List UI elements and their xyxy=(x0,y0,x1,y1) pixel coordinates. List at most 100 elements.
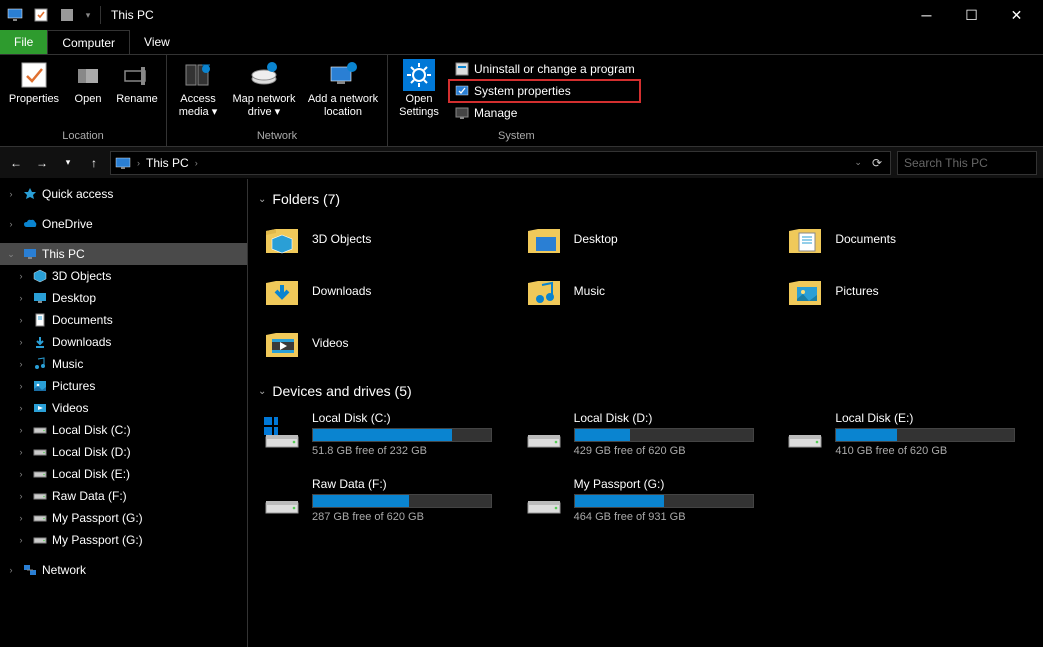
tree-item-label: My Passport (G:) xyxy=(52,533,143,547)
drive-item[interactable]: Raw Data (F:)287 GB free of 620 GB xyxy=(258,473,510,527)
folder-item[interactable]: Videos xyxy=(258,319,510,367)
properties-icon xyxy=(18,59,50,91)
tree-item[interactable]: ›My Passport (G:) xyxy=(0,507,247,529)
breadcrumb-thispc[interactable]: This PC xyxy=(146,156,189,170)
folders-section-header[interactable]: ⌄ Folders (7) xyxy=(258,191,1033,207)
folder-label: Videos xyxy=(312,336,348,350)
search-input[interactable] xyxy=(904,156,1030,170)
folder-item[interactable]: 3D Objects xyxy=(258,215,510,263)
dropdown-icon[interactable]: ⌄ xyxy=(854,157,862,168)
drive-item[interactable]: Local Disk (D:)429 GB free of 620 GB xyxy=(520,407,772,461)
qat-computer-icon[interactable] xyxy=(4,4,26,26)
tree-item[interactable]: ›Local Disk (C:) xyxy=(0,419,247,441)
qat-blank-icon[interactable] xyxy=(56,4,78,26)
chevron-right-icon[interactable]: › xyxy=(14,447,28,457)
address-bar[interactable]: › This PC › ⌄ ⟳ xyxy=(110,151,891,175)
drive-usage-bar xyxy=(574,494,754,508)
tree-item-label: Desktop xyxy=(52,291,96,305)
tree-item[interactable]: › Local Disk (E:) xyxy=(0,463,247,485)
folder-item[interactable]: Pictures xyxy=(781,267,1033,315)
folder-item[interactable]: Music xyxy=(520,267,772,315)
open-button[interactable]: Open xyxy=(68,57,108,128)
tree-item[interactable]: ›Raw Data (F:) xyxy=(0,485,247,507)
tree-item-label: Documents xyxy=(52,313,113,327)
forward-button[interactable]: → xyxy=(32,153,52,173)
close-button[interactable]: ✕ xyxy=(994,0,1039,30)
chevron-right-icon[interactable]: › xyxy=(14,271,28,281)
folder-icon xyxy=(262,219,302,259)
chevron-right-icon[interactable]: › xyxy=(14,513,28,523)
system-properties-button[interactable]: System properties xyxy=(450,81,639,101)
chevron-right-icon[interactable]: › xyxy=(14,425,28,435)
window-title: This PC xyxy=(111,8,154,22)
chevron-right-icon[interactable]: › xyxy=(14,381,28,391)
chevron-right-icon[interactable]: › xyxy=(4,565,18,575)
rename-icon xyxy=(121,59,153,91)
access-media-button[interactable]: Access media ▾ xyxy=(173,57,223,128)
disk-icon xyxy=(524,411,564,451)
tree-item[interactable]: › Documents xyxy=(0,309,247,331)
drive-item[interactable]: Local Disk (E:)410 GB free of 620 GB xyxy=(781,407,1033,461)
chevron-right-icon[interactable]: › xyxy=(4,189,18,199)
tree-item[interactable]: ›Pictures xyxy=(0,375,247,397)
chevron-right-icon[interactable]: › xyxy=(14,293,28,303)
manage-icon xyxy=(454,105,470,121)
tree-network[interactable]: › Network xyxy=(0,559,247,581)
drive-item[interactable]: Local Disk (C:)51.8 GB free of 232 GB xyxy=(258,407,510,461)
tree-quick-access[interactable]: › Quick access xyxy=(0,183,247,205)
open-settings-button[interactable]: Open Settings xyxy=(394,57,444,128)
chevron-right-icon[interactable]: › xyxy=(4,219,18,229)
folder-icon xyxy=(32,290,48,306)
computer-icon xyxy=(22,246,38,262)
properties-button[interactable]: Properties xyxy=(6,57,62,128)
back-button[interactable]: ← xyxy=(6,153,26,173)
qat-properties-icon[interactable] xyxy=(30,4,52,26)
tree-item[interactable]: ›Downloads xyxy=(0,331,247,353)
refresh-icon[interactable]: ⟳ xyxy=(872,156,882,170)
tree-item[interactable]: ›Local Disk (D:) xyxy=(0,441,247,463)
add-network-location-button[interactable]: Add a network location xyxy=(305,57,381,128)
uninstall-program-button[interactable]: Uninstall or change a program xyxy=(450,59,639,79)
tree-item[interactable]: › My Passport (G:) xyxy=(0,529,247,551)
tree-onedrive[interactable]: › OneDrive xyxy=(0,213,247,235)
tab-file[interactable]: File xyxy=(0,30,47,54)
folder-item[interactable]: Downloads xyxy=(258,267,510,315)
chevron-right-icon[interactable]: › xyxy=(14,359,28,369)
recent-locations-button[interactable]: ▾ xyxy=(58,153,78,173)
drive-item[interactable]: My Passport (G:)464 GB free of 931 GB xyxy=(520,473,772,527)
folder-icon xyxy=(32,268,48,284)
tree-item[interactable]: ›Music xyxy=(0,353,247,375)
folder-item[interactable]: Desktop xyxy=(520,215,772,263)
folder-icon xyxy=(262,323,302,363)
folder-label: Pictures xyxy=(835,284,878,298)
chevron-down-icon[interactable]: ⌄ xyxy=(4,249,18,260)
tree-item[interactable]: ›Videos xyxy=(0,397,247,419)
chevron-right-icon[interactable]: › xyxy=(14,403,28,413)
tab-view[interactable]: View xyxy=(130,30,184,54)
chevron-right-icon[interactable]: › xyxy=(137,158,140,168)
content-pane: ⌄ Folders (7) 3D ObjectsDesktopDocuments… xyxy=(248,179,1043,647)
drives-section-header[interactable]: ⌄ Devices and drives (5) xyxy=(258,383,1033,399)
chevron-right-icon[interactable]: › xyxy=(14,535,28,545)
tab-computer[interactable]: Computer xyxy=(47,30,130,54)
tree-item-label: 3D Objects xyxy=(52,269,111,283)
maximize-button[interactable]: ☐ xyxy=(949,0,994,30)
tree-item-label: Local Disk (E:) xyxy=(52,467,130,481)
map-network-drive-button[interactable]: Map network drive ▾ xyxy=(229,57,299,128)
minimize-button[interactable]: ─ xyxy=(904,0,949,30)
tree-item[interactable]: › 3D Objects xyxy=(0,265,247,287)
tree-this-pc[interactable]: ⌄ This PC xyxy=(0,243,247,265)
chevron-right-icon[interactable]: › xyxy=(14,315,28,325)
tree-item[interactable]: › Desktop xyxy=(0,287,247,309)
manage-button[interactable]: Manage xyxy=(450,103,639,123)
up-button[interactable]: ↑ xyxy=(84,153,104,173)
chevron-right-icon[interactable]: › xyxy=(14,491,28,501)
search-box[interactable] xyxy=(897,151,1037,175)
rename-button[interactable]: Rename xyxy=(114,57,160,128)
folder-icon xyxy=(32,400,48,416)
qat-dropdown-icon[interactable]: ▾ xyxy=(82,4,94,26)
chevron-right-icon[interactable]: › xyxy=(195,158,198,168)
folder-item[interactable]: Documents xyxy=(781,215,1033,263)
chevron-right-icon[interactable]: › xyxy=(14,469,28,479)
chevron-right-icon[interactable]: › xyxy=(14,337,28,347)
